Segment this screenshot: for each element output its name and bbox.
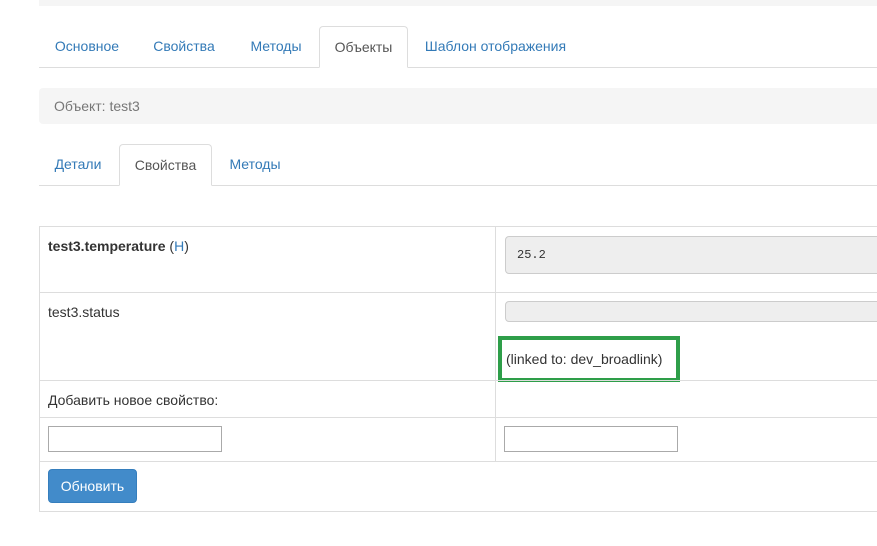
new-property-name-input[interactable] — [48, 426, 222, 452]
tab-methods[interactable]: Методы — [233, 26, 319, 67]
update-button[interactable]: Обновить — [48, 469, 137, 503]
linked-to-text: (linked to: dev_broadlink) — [506, 351, 663, 367]
row-divider — [40, 380, 877, 381]
row-divider — [40, 461, 877, 462]
column-divider — [495, 227, 496, 461]
sub-tabs: Детали Свойства Методы — [39, 144, 877, 186]
add-property-label: Добавить новое свойство: — [48, 392, 219, 408]
row-divider — [40, 417, 877, 418]
property-value: 25.2 — [517, 248, 546, 262]
top-panel-edge — [39, 0, 877, 6]
row-divider — [40, 292, 877, 293]
property-name: test3.status — [48, 304, 120, 320]
property-name: test3.temperature — [48, 238, 166, 254]
new-property-value-input[interactable] — [504, 426, 678, 452]
object-breadcrumb: Объект: test3 — [39, 88, 877, 124]
subtab-details[interactable]: Детали — [39, 144, 117, 185]
main-tabs: Основное Свойства Методы Объекты Шаблон … — [39, 26, 877, 68]
history-link[interactable]: H — [174, 238, 184, 254]
tab-properties[interactable]: Свойства — [135, 26, 233, 67]
subtab-properties[interactable]: Свойства — [119, 144, 212, 186]
property-name-cell: test3.temperature (H) — [48, 238, 189, 254]
tab-display-template[interactable]: Шаблон отображения — [408, 26, 583, 67]
tab-objects[interactable]: Объекты — [319, 26, 408, 68]
property-value-field[interactable] — [505, 301, 877, 322]
subtab-methods[interactable]: Методы — [212, 144, 298, 185]
linked-info-highlight: (linked to: dev_broadlink) — [498, 336, 680, 382]
tab-main[interactable]: Основное — [39, 26, 135, 67]
properties-table: test3.temperature (H) 25.2 test3.status … — [39, 226, 877, 512]
property-value-field[interactable]: 25.2 — [505, 236, 877, 274]
